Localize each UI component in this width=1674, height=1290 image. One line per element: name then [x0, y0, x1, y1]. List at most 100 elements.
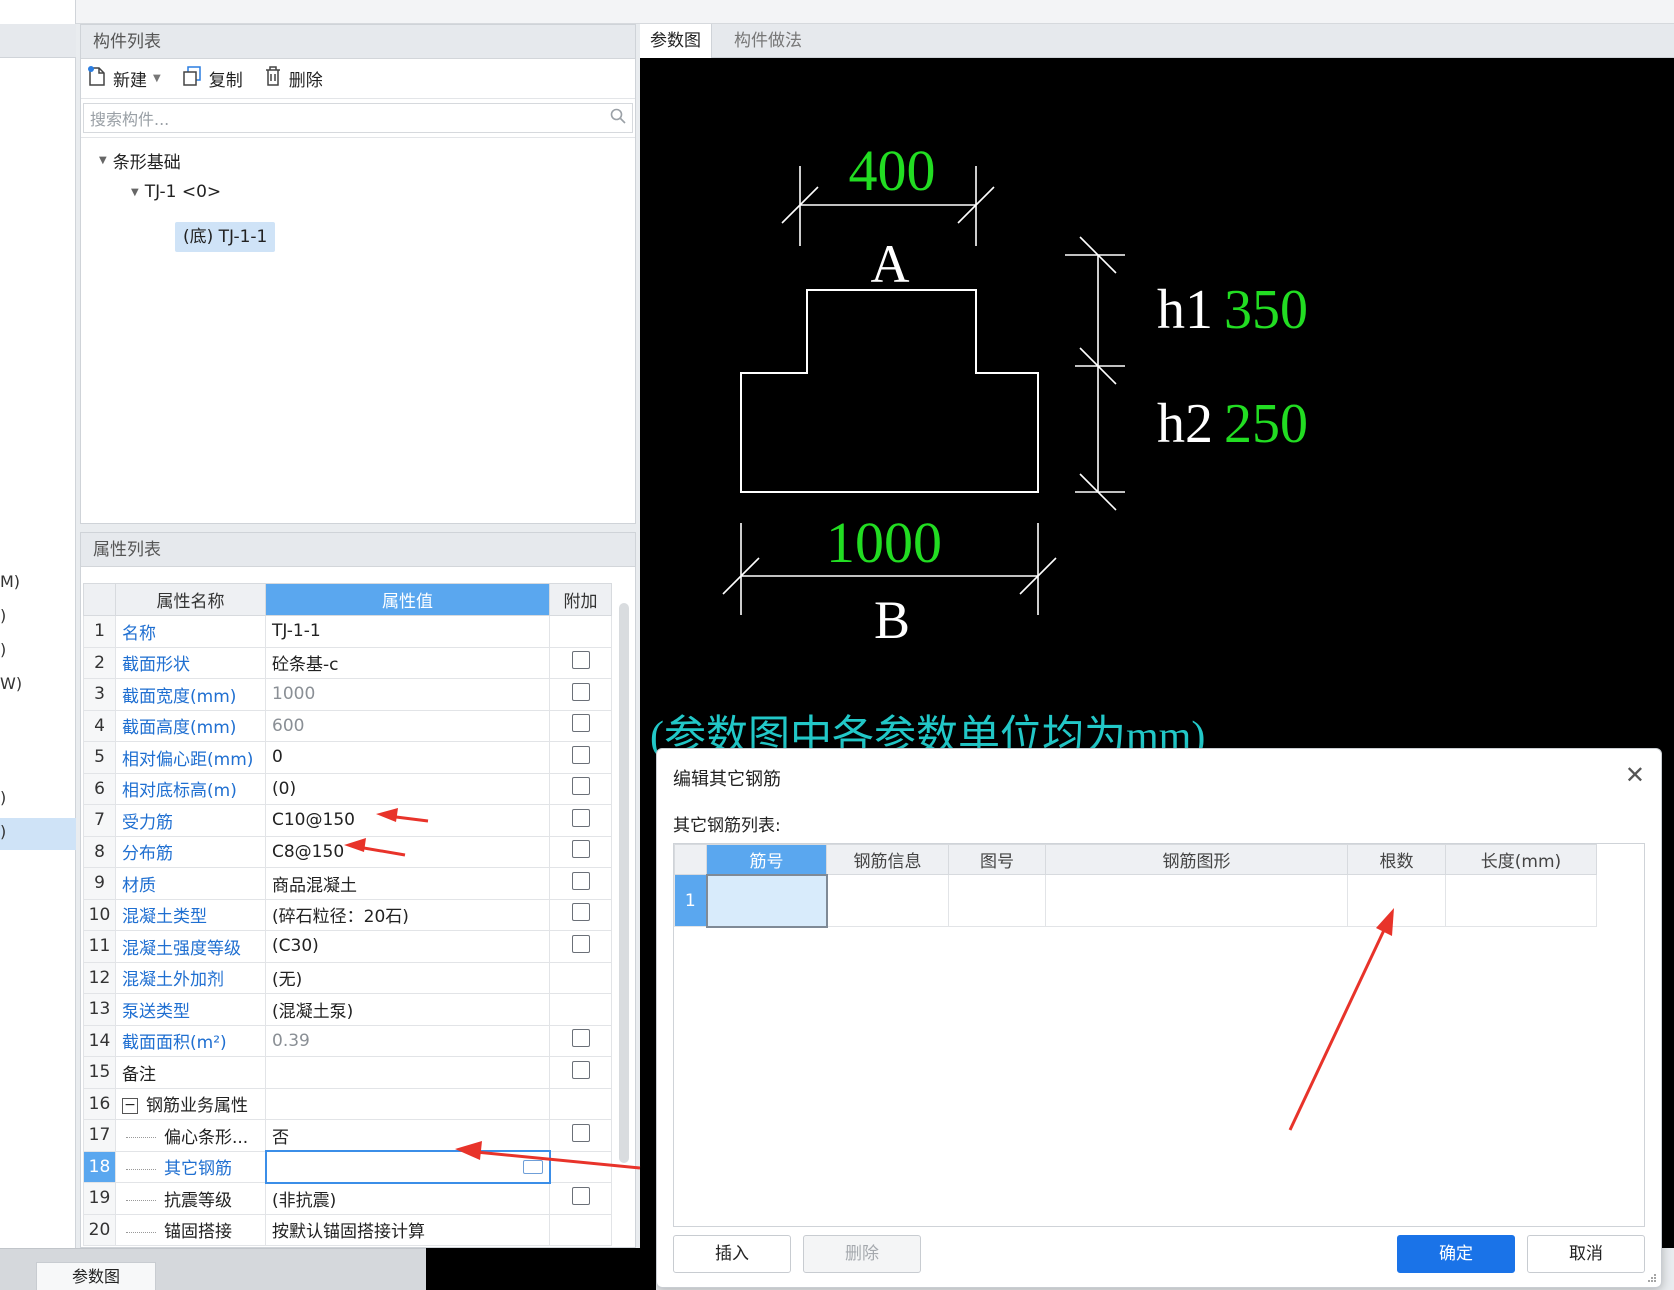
row-number[interactable]: 20 [83, 1213, 116, 1246]
row-number[interactable]: 5 [83, 741, 116, 774]
extra-checkbox[interactable] [571, 903, 590, 922]
property-value-cell[interactable]: (混凝土泵) [265, 993, 550, 1026]
rebar-shape-cell[interactable] [1045, 874, 1348, 927]
delete-row-button[interactable]: 删除 [803, 1235, 921, 1273]
property-value-cell[interactable]: TJ-1-1 [265, 615, 550, 648]
column-header-property-value[interactable]: 属性值 [265, 583, 550, 616]
extra-checkbox[interactable] [571, 934, 590, 953]
row-number[interactable]: 1 [674, 874, 707, 927]
property-value-cell[interactable]: (0) [265, 772, 550, 805]
close-icon[interactable]: ✕ [1625, 761, 1645, 789]
property-value-cell[interactable]: C10@150 [265, 804, 550, 837]
property-name-cell[interactable]: 相对底标高(m) [115, 772, 266, 805]
figure-number-cell[interactable] [948, 874, 1046, 927]
column-header-count[interactable]: 根数 [1347, 844, 1446, 875]
vertical-scrollbar[interactable] [619, 603, 629, 1163]
property-name-cell[interactable]: 截面宽度(mm) [115, 678, 266, 711]
component-search-input[interactable]: 搜索构件... [83, 103, 633, 133]
collapse-icon[interactable]: − [122, 1098, 138, 1115]
property-name-cell[interactable]: 分布筋 [115, 835, 266, 868]
search-icon[interactable] [610, 108, 626, 128]
extra-checkbox[interactable] [571, 682, 590, 701]
column-header-extra[interactable]: 附加 [549, 583, 612, 616]
property-name-cell[interactable]: 备注 [115, 1056, 266, 1089]
extra-checkbox[interactable] [571, 840, 590, 859]
row-number[interactable]: 6 [83, 772, 116, 805]
ellipsis-edit-icon[interactable] [522, 1160, 543, 1174]
expand-arrow-icon[interactable]: ▼ [99, 155, 107, 166]
extra-checkbox[interactable] [571, 777, 590, 796]
count-cell[interactable] [1347, 874, 1446, 927]
property-value-cell[interactable]: 否 [265, 1119, 550, 1152]
property-value-cell[interactable]: 0.39 [265, 1024, 550, 1057]
column-header-property-name[interactable]: 属性名称 [115, 583, 266, 616]
extra-checkbox[interactable] [571, 871, 590, 890]
bar-number-cell[interactable] [705, 873, 828, 928]
column-header-length[interactable]: 长度(mm) [1445, 844, 1597, 875]
row-number[interactable]: 14 [83, 1024, 116, 1057]
row-number[interactable]: 4 [83, 709, 116, 742]
property-name-cell[interactable]: 其它钢筋 [115, 1150, 266, 1183]
delete-button[interactable]: 删除 [263, 65, 323, 92]
property-value-cell[interactable]: (C30) [265, 930, 550, 963]
extra-checkbox[interactable] [571, 1029, 590, 1048]
extra-checkbox[interactable] [571, 1060, 590, 1079]
extra-checkbox[interactable] [571, 745, 590, 764]
tab-component-method[interactable]: 构件做法 [724, 24, 812, 58]
tree-node-strip-foundation[interactable]: ▼ 条形基础 [99, 148, 181, 173]
row-number[interactable]: 13 [83, 993, 116, 1026]
bottom-tab-parameter-diagram[interactable]: 参数图 [36, 1262, 156, 1290]
length-cell[interactable] [1445, 874, 1597, 927]
property-name-cell[interactable]: 锚固搭接 [115, 1213, 266, 1246]
row-number[interactable]: 16 [83, 1087, 116, 1120]
property-name-cell[interactable]: 抗震等级 [115, 1182, 266, 1215]
column-header-figure-number[interactable]: 图号 [948, 844, 1046, 875]
ok-button[interactable]: 确定 [1397, 1235, 1515, 1273]
new-button[interactable]: 新建 ▼ [87, 65, 161, 92]
left-panel-selected-item[interactable] [0, 818, 76, 850]
property-name-cell[interactable]: 受力筋 [115, 804, 266, 837]
tab-parameter-diagram[interactable]: 参数图 [640, 24, 712, 58]
property-value-cell[interactable]: 按默认锚固搭接计算 [265, 1213, 550, 1246]
property-name-cell[interactable]: 混凝土强度等级 [115, 930, 266, 963]
row-number[interactable]: 15 [83, 1056, 116, 1089]
row-number[interactable]: 10 [83, 898, 116, 931]
row-number[interactable]: 19 [83, 1182, 116, 1215]
expand-arrow-icon[interactable]: ▼ [131, 187, 139, 198]
rebar-info-cell[interactable] [826, 874, 949, 927]
property-value-cell[interactable]: 0 [265, 741, 550, 774]
property-name-cell[interactable]: 材质 [115, 867, 266, 900]
column-header-rebar-shape[interactable]: 钢筋图形 [1045, 844, 1348, 875]
property-name-cell[interactable]: 混凝土类型 [115, 898, 266, 931]
property-value-cell[interactable]: (非抗震) [265, 1182, 550, 1215]
property-value-cell[interactable] [265, 1056, 550, 1089]
row-number[interactable]: 17 [83, 1119, 116, 1152]
row-number[interactable]: 3 [83, 678, 116, 711]
property-name-cell[interactable]: − 钢筋业务属性 [115, 1087, 266, 1120]
row-number[interactable]: 2 [83, 646, 116, 679]
chevron-down-icon[interactable]: ▼ [153, 73, 161, 84]
column-header-rebar-info[interactable]: 钢筋信息 [826, 844, 949, 875]
property-value-cell[interactable]: (无) [265, 961, 550, 994]
cancel-button[interactable]: 取消 [1527, 1235, 1645, 1273]
property-value-cell[interactable]: 600 [265, 709, 550, 742]
insert-button[interactable]: 插入 [673, 1235, 791, 1273]
property-name-cell[interactable]: 截面形状 [115, 646, 266, 679]
property-name-cell[interactable]: 名称 [115, 615, 266, 648]
extra-checkbox[interactable] [571, 808, 590, 827]
property-name-cell[interactable]: 截面高度(mm) [115, 709, 266, 742]
tree-leaf-tj-1-1[interactable]: (底) TJ-1-1 [175, 222, 276, 252]
row-number[interactable]: 12 [83, 961, 116, 994]
property-value-cell[interactable]: 砼条基-c [265, 646, 550, 679]
property-name-cell[interactable]: 截面面积(m²) [115, 1024, 266, 1057]
row-number[interactable]: 7 [83, 804, 116, 837]
column-header-bar-number[interactable]: 筋号 [706, 844, 827, 875]
property-name-cell[interactable]: 混凝土外加剂 [115, 961, 266, 994]
property-name-cell[interactable]: 相对偏心距(mm) [115, 741, 266, 774]
row-number[interactable]: 18 [83, 1150, 116, 1183]
copy-button[interactable]: 复制 [181, 65, 243, 92]
row-number[interactable]: 1 [83, 615, 116, 648]
resize-grip-icon[interactable] [1647, 1273, 1657, 1283]
property-value-cell[interactable]: (碎石粒径：20石) [265, 898, 550, 931]
tree-node-tj-1[interactable]: ▼ TJ-1 <0> [131, 182, 221, 202]
